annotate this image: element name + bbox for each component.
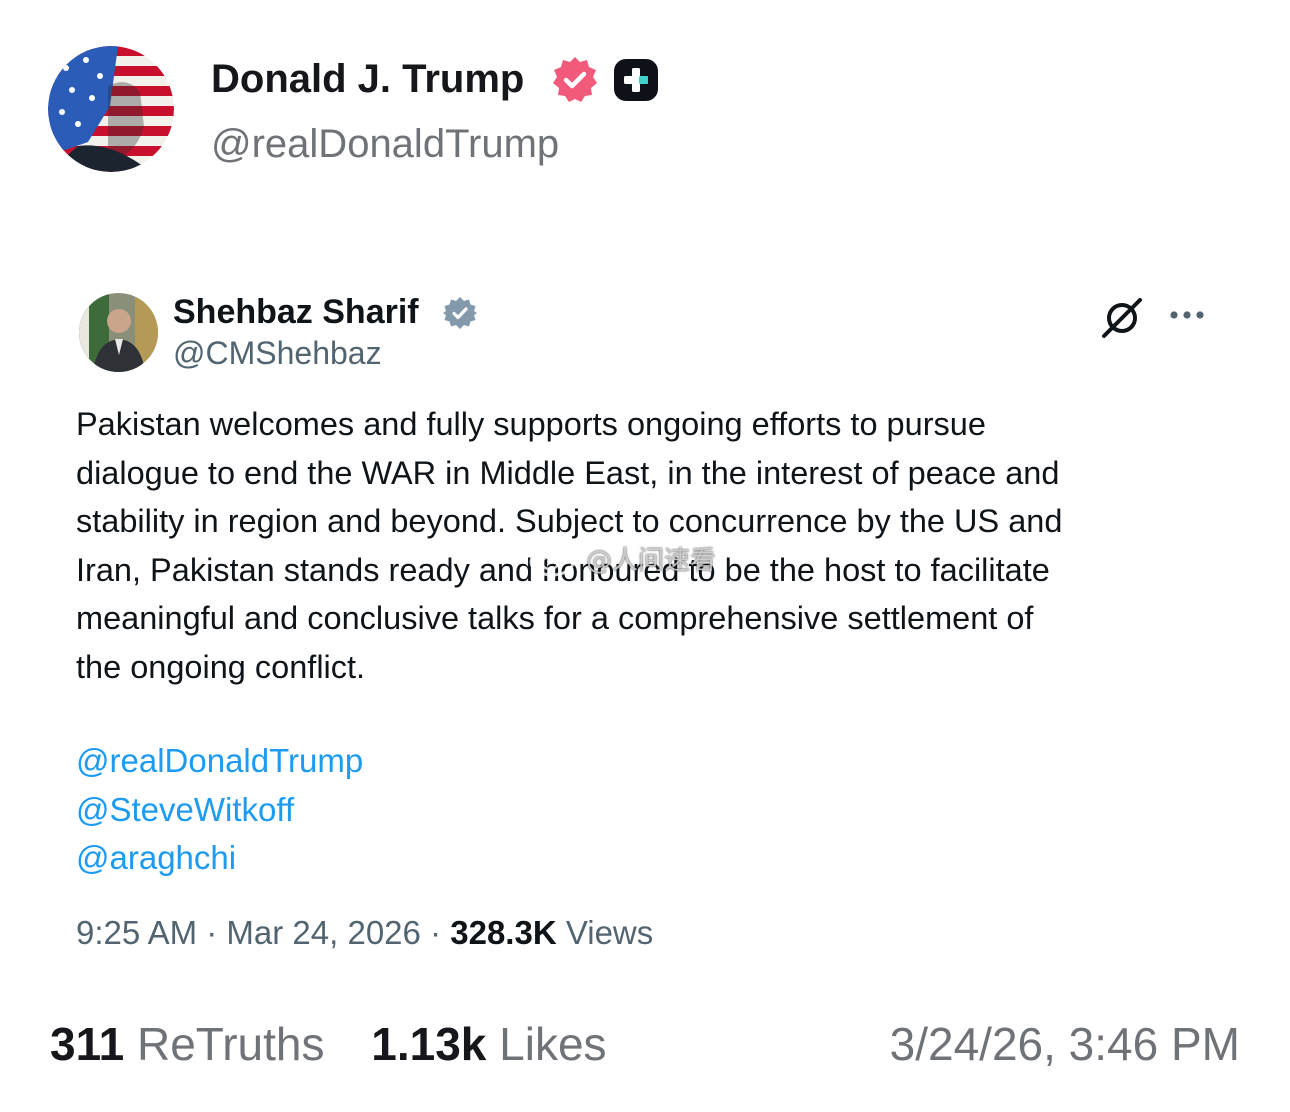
- verified-badge-icon: [443, 296, 477, 330]
- retruths-stat[interactable]: 311 ReTruths: [50, 1016, 324, 1072]
- weibo-logo-icon: [529, 542, 580, 577]
- quoted-author-avatar: [79, 293, 158, 372]
- body-line: dialogue to end the WAR in Middle East, …: [76, 454, 1060, 491]
- post-stats: 311 ReTruths 1.13k Likes: [50, 1016, 641, 1072]
- likes-count: 1.13k: [371, 1018, 487, 1070]
- quoted-author-name: Shehbaz Sharif: [173, 293, 419, 331]
- body-line: meaningful and conclusive talks for a co…: [76, 600, 1034, 637]
- quoted-author-handle: @CMShehbaz: [173, 335, 382, 371]
- likes-label: Likes: [499, 1018, 607, 1070]
- meta-separator: ·: [430, 914, 442, 951]
- post-timestamp[interactable]: 3/24/26, 3:46 PM: [890, 1016, 1240, 1072]
- grok-icon: [1100, 296, 1144, 340]
- likes-stat[interactable]: 1.13k Likes: [371, 1016, 606, 1072]
- author-handle[interactable]: @realDonaldTrump: [211, 120, 559, 168]
- mention-link[interactable]: @araghchi: [76, 834, 363, 883]
- mention-link[interactable]: @SteveWitkoff: [76, 786, 363, 835]
- author-avatar[interactable]: [48, 46, 174, 172]
- more-options-icon: [1168, 303, 1206, 327]
- body-line: Pakistan welcomes and fully supports ong…: [76, 406, 986, 442]
- retruths-count: 311: [50, 1018, 125, 1070]
- retruths-label: ReTruths: [137, 1018, 325, 1070]
- views-count: 328.3K: [450, 914, 557, 951]
- verified-badge-icon: [550, 55, 600, 105]
- tweet-date: Mar 24, 2026: [226, 914, 421, 951]
- mention-list: @realDonaldTrump @SteveWitkoff @araghchi: [76, 737, 363, 883]
- watermark-text: @人间速看: [586, 545, 717, 576]
- body-line: the ongoing conflict.: [76, 648, 366, 685]
- mention-link[interactable]: @realDonaldTrump: [76, 737, 363, 786]
- author-name[interactable]: Donald J. Trump: [211, 54, 524, 104]
- tweet-time: 9:25 AM: [76, 914, 198, 951]
- meta-separator: ·: [206, 914, 218, 951]
- quoted-tweet-meta: 9:25 AM · Mar 24, 2026 · 328.3K Views: [76, 910, 653, 956]
- watermark: @人间速看: [528, 536, 716, 580]
- plus-badge-icon: [613, 58, 659, 102]
- views-label: Views: [565, 914, 654, 951]
